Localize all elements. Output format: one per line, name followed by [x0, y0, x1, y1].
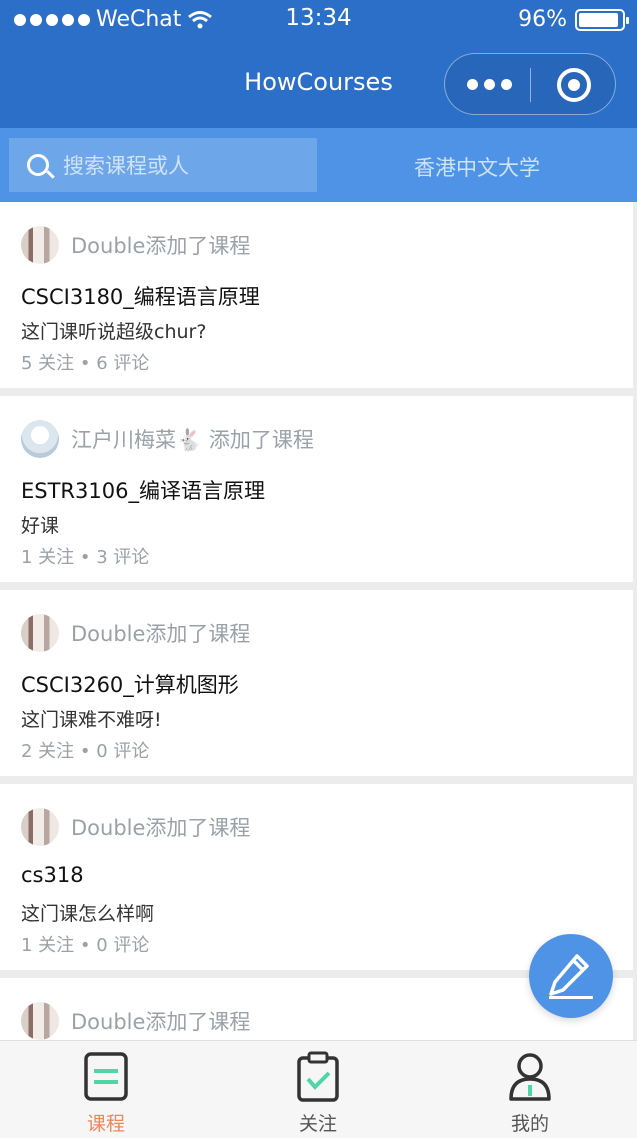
avatar	[21, 808, 59, 846]
search-placeholder: 搜索课程或人	[63, 154, 189, 178]
avatar	[21, 420, 59, 458]
list-item[interactable]: Double添加了课程 CSCI3260_计算机图形 这门课难不难呀! 2 关注…	[0, 590, 633, 776]
search-input[interactable]: 搜索课程或人	[9, 138, 317, 192]
course-description: 这门课听说超级chur?	[21, 321, 207, 343]
course-stats: 2 关注 • 0 评论	[21, 741, 150, 762]
more-icon[interactable]	[467, 79, 512, 90]
tab-label: 关注	[298, 1113, 337, 1135]
search-bar: 搜索课程或人 香港中文大学	[0, 128, 637, 202]
tab-label: 课程	[86, 1113, 125, 1135]
clipboard-check-icon	[297, 1051, 339, 1102]
pencil-icon	[549, 954, 593, 999]
battery-group: 96%	[518, 7, 629, 32]
battery-percent: 96%	[518, 7, 567, 32]
add-course-button[interactable]	[529, 934, 613, 1018]
list-item[interactable]: 江户川梅菜🐇 添加了课程 ESTR3106_编译语言原理 好课 1 关注 • 3…	[0, 396, 633, 582]
course-title: ESTR3106_编译语言原理	[21, 479, 265, 503]
person-icon	[509, 1053, 551, 1101]
author-line: Double添加了课程	[71, 234, 251, 258]
course-stats: 5 关注 • 6 评论	[21, 353, 150, 374]
avatar	[21, 614, 59, 652]
tab-courses[interactable]: 课程	[0, 1041, 212, 1138]
author-line: Double添加了课程	[71, 622, 251, 646]
course-description: 这门课难不难呀!	[21, 709, 162, 731]
list-item[interactable]: Double添加了课程 cs318 这门课怎么样啊 1 关注 • 0 评论	[0, 784, 633, 970]
course-title: cs318	[21, 863, 84, 887]
list-item[interactable]: Double添加了课程 CSCI3180_编程语言原理 这门课听说超级chur?…	[0, 202, 633, 388]
nav-bar: HowCourses	[0, 40, 637, 128]
tab-profile[interactable]: 我的	[424, 1041, 636, 1138]
author-line: Double添加了课程	[71, 816, 251, 840]
battery-icon	[575, 8, 629, 31]
course-description: 这门课怎么样啊	[21, 903, 155, 925]
author-line: Double添加了课程	[71, 1010, 251, 1034]
status-bar: WeChat 13:34 96%	[0, 0, 637, 40]
avatar	[21, 1002, 59, 1040]
search-icon	[27, 154, 49, 176]
mini-program-capsule	[444, 53, 616, 115]
course-stats: 1 关注 • 3 评论	[21, 547, 150, 568]
author-line: 江户川梅菜🐇 添加了课程	[71, 428, 314, 452]
course-title: CSCI3180_编程语言原理	[21, 285, 260, 309]
capsule-divider	[530, 68, 531, 102]
document-icon	[84, 1052, 128, 1101]
course-description: 好课	[21, 515, 60, 537]
tab-bar: 课程 关注 我的	[0, 1040, 637, 1138]
course-stats: 1 关注 • 0 评论	[21, 935, 150, 956]
close-target-icon[interactable]	[557, 68, 591, 102]
course-title: CSCI3260_计算机图形	[21, 673, 239, 697]
avatar	[21, 226, 59, 264]
tab-following[interactable]: 关注	[212, 1041, 424, 1138]
tab-label: 我的	[510, 1113, 549, 1135]
school-selector[interactable]: 香港中文大学	[317, 152, 637, 182]
